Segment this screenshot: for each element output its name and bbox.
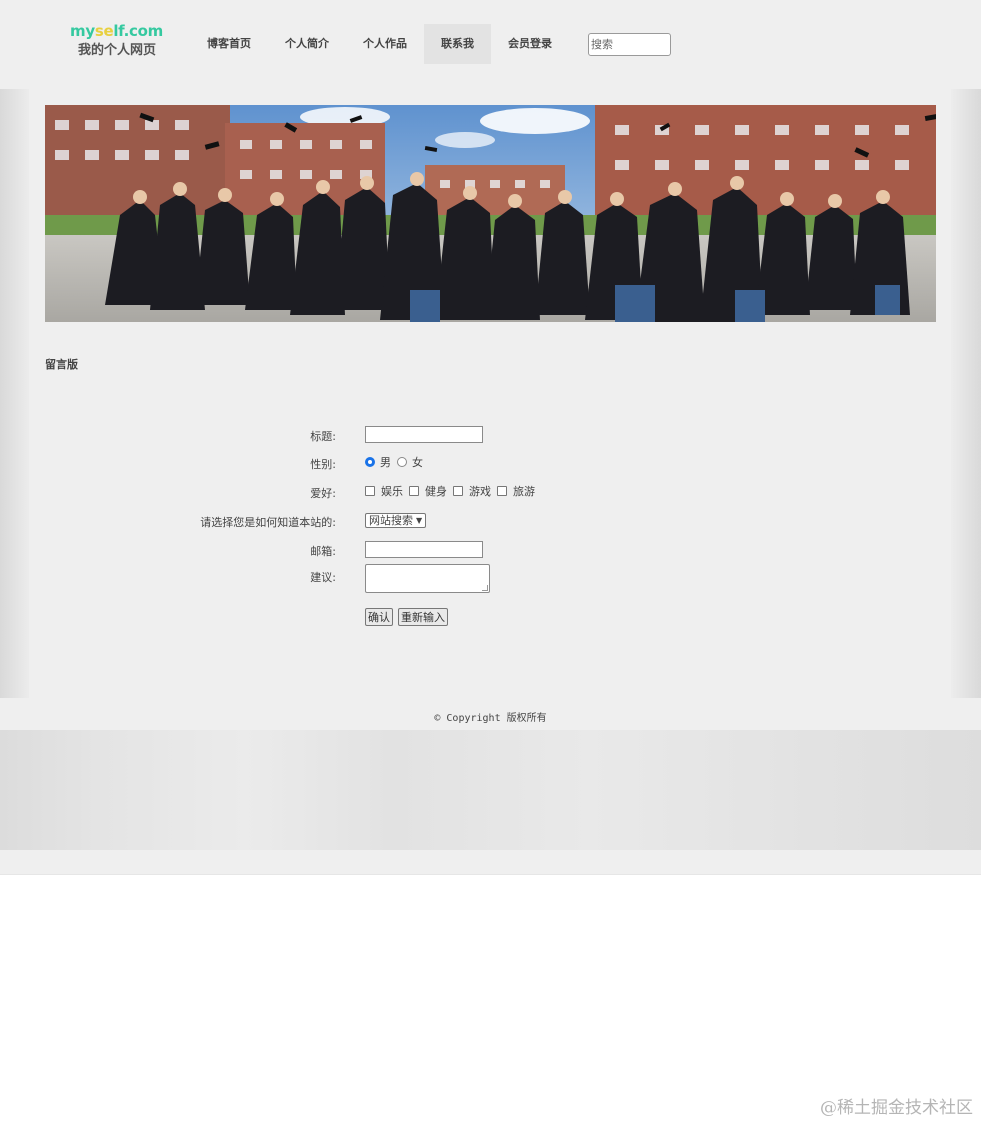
- watermark: @稀土掘金技术社区: [820, 1098, 973, 1118]
- graduation-photo: [45, 105, 936, 322]
- gender-radio-female[interactable]: [397, 457, 407, 467]
- hobby-option-fitness: 健身: [425, 485, 447, 498]
- source-select-value: 网站搜索: [369, 514, 413, 527]
- logo-subtitle: 我的个人网页: [78, 43, 157, 58]
- hobby-checkbox-entertainment[interactable]: [365, 486, 375, 496]
- banner-image: [45, 105, 936, 322]
- hobby-option-travel: 旅游: [513, 485, 535, 498]
- confirm-button[interactable]: 确认: [365, 608, 393, 626]
- hobby-label: 爱好:: [310, 487, 336, 500]
- footer-background: [0, 730, 981, 850]
- title-input[interactable]: [365, 425, 483, 443]
- suggestion-label: 建议:: [310, 571, 336, 584]
- source-label: 请选择您是如何知道本站的:: [200, 516, 336, 529]
- email-label: 邮箱:: [310, 545, 336, 558]
- nav-item-contact[interactable]: 联系我: [424, 24, 491, 64]
- gender-option-male: 男: [380, 456, 391, 469]
- suggestion-textarea[interactable]: [365, 563, 490, 593]
- nav-item-about[interactable]: 个人简介: [268, 24, 346, 64]
- email-input[interactable]: [365, 540, 483, 558]
- reset-button[interactable]: 重新输入: [398, 608, 448, 626]
- title-label: 标题:: [310, 430, 336, 443]
- gender-radio-male[interactable]: [365, 457, 375, 467]
- main-nav: 博客首页 个人简介 个人作品 联系我 会员登录: [190, 24, 569, 64]
- resize-grip-icon[interactable]: [482, 584, 488, 591]
- footer-strip: [0, 850, 981, 875]
- gender-option-female: 女: [412, 456, 423, 469]
- search-input[interactable]: [588, 33, 671, 56]
- gender-label: 性别:: [310, 458, 336, 471]
- hobby-checkbox-games[interactable]: [453, 486, 463, 496]
- chevron-down-icon: ▼: [416, 515, 423, 525]
- form-row-buttons: 确认 重新输入: [0, 608, 981, 628]
- logo-wordmark: myself.com: [70, 22, 163, 40]
- form-row-hobby: 爱好: 娱乐 健身 游戏 旅游: [0, 482, 981, 502]
- hobby-checkbox-travel[interactable]: [497, 486, 507, 496]
- section-title: 留言版: [45, 358, 78, 371]
- form-row-gender: 性别: 男 女: [0, 453, 981, 473]
- nav-item-login[interactable]: 会员登录: [491, 24, 569, 64]
- hobby-checkbox-fitness[interactable]: [409, 486, 419, 496]
- source-select[interactable]: 网站搜索 ▼: [365, 512, 427, 528]
- hobby-option-entertainment: 娱乐: [381, 485, 403, 498]
- form-row-suggestion: 建议:: [0, 563, 981, 593]
- nav-item-works[interactable]: 个人作品: [346, 24, 424, 64]
- hobby-option-games: 游戏: [469, 485, 491, 498]
- site-header: myself.com 我的个人网页 博客首页 个人简介 个人作品 联系我 会员登…: [0, 0, 981, 89]
- copyright-text: © Copyright 版权所有: [434, 713, 547, 724]
- form-row-source: 请选择您是如何知道本站的: 网站搜索 ▼: [0, 511, 981, 531]
- form-row-email: 邮箱:: [0, 540, 981, 560]
- form-row-title: 标题:: [0, 425, 981, 445]
- site-logo[interactable]: myself.com 我的个人网页: [70, 22, 170, 62]
- nav-item-home[interactable]: 博客首页: [190, 24, 268, 64]
